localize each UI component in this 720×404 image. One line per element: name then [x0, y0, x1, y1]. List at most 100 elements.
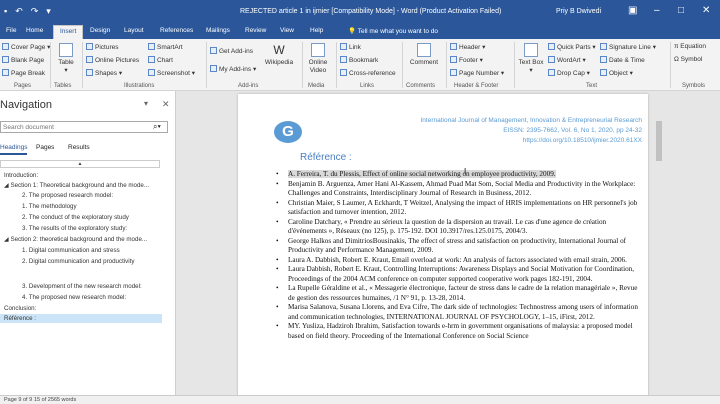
bullet-icon: • [276, 255, 279, 264]
chart-button[interactable]: Chart [148, 56, 173, 64]
object-button[interactable]: Object ▾ [600, 69, 633, 77]
reference-item[interactable]: • Laura Dabbish, Robert E. Kraut, Control… [276, 265, 642, 284]
header-button[interactable]: Header ▾ [450, 43, 485, 51]
get-addins-button[interactable]: Get Add-ins [210, 47, 253, 55]
table-button[interactable]: Table ▾ [54, 43, 78, 74]
comment-button[interactable]: Comment [406, 43, 442, 66]
smartart-button[interactable]: SmartArt [148, 43, 183, 51]
pictures-button[interactable]: Pictures [86, 43, 118, 51]
equation-button[interactable]: π Equation [674, 43, 706, 50]
bookmark-button[interactable]: Bookmark [340, 56, 378, 64]
footer-button[interactable]: Footer ▾ [450, 56, 483, 64]
document-page[interactable]: G International Journal of Management, I… [238, 94, 648, 404]
online-video-button[interactable]: Online Video [304, 43, 332, 75]
shapes-button[interactable]: Shapes ▾ [86, 69, 122, 77]
scrollbar-thumb[interactable] [656, 121, 662, 161]
close-icon[interactable]: ✕ [702, 5, 710, 16]
reference-item[interactable]: • Christian Maier, S Laumer, A Eckhardt, … [276, 199, 642, 218]
journal-doi[interactable]: https://doi.org/10.18510/ijmier.2020.61X… [421, 136, 642, 146]
bullet-icon: • [276, 217, 279, 226]
tree-item[interactable]: 2. The conduct of the exploratory study [22, 213, 129, 222]
page-break-button[interactable]: Page Break [2, 69, 45, 77]
wordart-button[interactable]: WordArt ▾ [548, 56, 586, 64]
redo-icon[interactable]: ↷ [31, 6, 39, 17]
pane-options-icon[interactable]: ▾ [144, 99, 148, 108]
tell-me-search[interactable]: 💡 Tell me what you want to do [348, 27, 438, 35]
tab-home[interactable]: Home [26, 27, 43, 34]
tab-mailings[interactable]: Mailings [206, 27, 230, 34]
cross-reference-button[interactable]: Cross-reference [340, 69, 396, 77]
undo-icon[interactable]: ↶ [15, 6, 23, 17]
page-count[interactable]: Page 9 of 9 [4, 397, 32, 403]
quick-parts-button[interactable]: Quick Parts ▾ [548, 43, 596, 51]
date-time-button[interactable]: Date & Time [600, 56, 645, 64]
tab-layout[interactable]: Layout [124, 27, 144, 34]
signature-line-button[interactable]: Signature Line ▾ [600, 43, 656, 51]
reference-item[interactable]: • George Halkos and DimitriosBousinakis, … [276, 237, 642, 256]
wikipedia-button[interactable]: W Wikipedia [262, 43, 296, 66]
text-box-button[interactable]: Text Box ▾ [518, 43, 544, 74]
tree-item-label: Section 2: theoretical background and th… [10, 236, 148, 243]
bullet-icon: • [276, 198, 279, 207]
tree-item[interactable]: ◢ Section 1: Theoretical background and … [4, 181, 149, 190]
reference-item[interactable]: • Laura A. Dabbish, Robert E. Kraut, Emai… [276, 256, 642, 265]
page-number-label: Page Number [459, 70, 500, 77]
tree-item[interactable]: Introduction: [4, 171, 38, 180]
tree-item[interactable]: 3. The results of the exploratory study: [22, 224, 127, 233]
blank-page-button[interactable]: Blank Page [2, 56, 44, 64]
online-pictures-button[interactable]: Online Pictures [86, 56, 139, 64]
search-box[interactable]: ⌕▾ [0, 121, 168, 133]
tree-item[interactable]: 4. The proposed new research model: [22, 293, 126, 302]
reference-item[interactable]: • La Rupelle Géraldine et al., « Messager… [276, 284, 642, 303]
reference-item[interactable]: • MY. Yusliza, Hadziroh Ibrahim, Satisfac… [276, 322, 642, 341]
ribbon-display-icon[interactable]: ▣ [628, 5, 637, 16]
my-addins-button[interactable]: My Add-ins ▾ [210, 65, 256, 73]
tab-insert[interactable]: Insert [53, 25, 84, 39]
tree-item-selected[interactable]: Référence : [0, 314, 162, 323]
search-icon[interactable]: ⌕▾ [153, 122, 161, 132]
save-icon[interactable]: ▪ [4, 6, 7, 17]
tab-results[interactable]: Results [68, 144, 90, 151]
tab-references[interactable]: References [160, 27, 193, 34]
maximize-icon[interactable]: □ [678, 5, 684, 16]
reference-item[interactable]: • Benjamin B. Arguenza, Amer Hani Al-Kass… [276, 180, 642, 199]
tree-item[interactable]: 1. The methodology [22, 202, 77, 211]
tree-item[interactable]: 3. Development of the new research model… [22, 282, 142, 291]
store-icon [210, 47, 217, 54]
tab-file[interactable]: File [6, 27, 16, 34]
tree-item[interactable]: 2. Digital communication and productivit… [22, 257, 134, 266]
tree-item[interactable]: ◢ Section 2: theoretical background and … [4, 235, 147, 244]
reference-item[interactable]: • Caroline Datchary, « Prendre au sérieux… [276, 218, 642, 237]
cover-page-button[interactable]: Cover Page ▾ [2, 43, 50, 51]
tree-item[interactable]: 1. Digital communication and stress [22, 246, 120, 255]
tree-item[interactable]: 2. The proposed research model: [22, 191, 113, 200]
close-pane-icon[interactable]: ✕ [162, 99, 170, 110]
group-label-addins: Add-ins [238, 83, 259, 89]
symbol-button[interactable]: Ω Symbol [674, 56, 702, 63]
journal-name: International Journal of Management, Inn… [420, 117, 643, 124]
tree-item[interactable]: Conclusion: [4, 304, 36, 313]
tab-design[interactable]: Design [90, 27, 110, 34]
minimize-icon[interactable]: – [654, 5, 660, 16]
group-separator [82, 42, 83, 88]
reference-item[interactable]: • A. Ferreira, T. du Plessis, Effect of o… [276, 170, 642, 179]
tab-view[interactable]: View [280, 27, 294, 34]
group-label-pages: Pages [14, 83, 32, 89]
tab-pages[interactable]: Pages [36, 144, 54, 151]
comment-label: Comment [409, 59, 439, 66]
collapse-headings-icon[interactable]: ▲ [0, 160, 160, 168]
link-button[interactable]: Link [340, 43, 361, 51]
word-count[interactable]: 15 of 2565 words [34, 397, 76, 403]
vertical-scrollbar[interactable] [654, 91, 664, 395]
page-number-button[interactable]: Page Number ▾ [450, 69, 504, 77]
user-name[interactable]: Priy B Dwivedi [556, 8, 601, 15]
screenshot-button[interactable]: Screenshot ▾ [148, 69, 195, 77]
drop-cap-button[interactable]: Drop Cap ▾ [548, 69, 590, 77]
tab-headings[interactable]: Headings [0, 144, 28, 155]
search-input[interactable] [1, 122, 141, 132]
date-time-label: Date & Time [609, 57, 645, 64]
customize-qat-icon[interactable]: ▾ [46, 6, 51, 17]
tab-review[interactable]: Review [245, 27, 266, 34]
tab-help[interactable]: Help [310, 27, 323, 34]
reference-item[interactable]: • Marisa Salanova, Susana Llorens, and Ev… [276, 303, 642, 322]
